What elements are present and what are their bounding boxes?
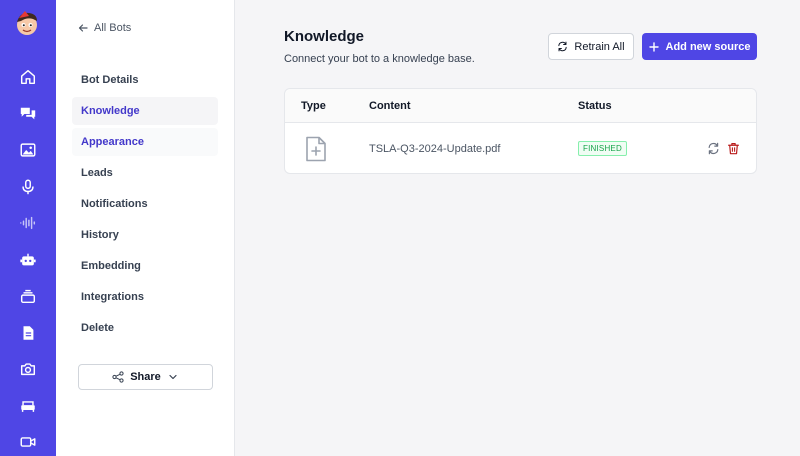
nav-item-knowledge[interactable]: Knowledge (72, 97, 218, 125)
nav-item-integrations[interactable]: Integrations (72, 283, 218, 311)
nav-item-appearance[interactable]: Appearance (72, 128, 218, 156)
status-badge: FINISHED (578, 141, 627, 156)
column-header-type: Type (301, 100, 326, 112)
trash-icon[interactable] (726, 141, 740, 155)
nav-item-history[interactable]: History (72, 221, 218, 249)
document-icon[interactable] (17, 322, 39, 344)
layers-icon[interactable] (17, 285, 39, 307)
page-subtitle: Connect your bot to a knowledge base. (284, 53, 475, 65)
video-icon[interactable] (17, 431, 39, 453)
nav-item-bot-details[interactable]: Bot Details (72, 66, 218, 94)
column-header-status: Status (578, 100, 612, 112)
file-plus-icon (305, 136, 327, 162)
nav-item-leads[interactable]: Leads (72, 159, 218, 187)
share-button-label: Share (130, 371, 161, 383)
sofa-icon[interactable] (17, 395, 39, 417)
nav-item-notifications[interactable]: Notifications (72, 190, 218, 218)
refresh-icon (558, 41, 568, 52)
retrain-row-icon[interactable] (706, 141, 720, 155)
nav-item-delete[interactable]: Delete (72, 314, 218, 342)
page-title: Knowledge (284, 28, 365, 45)
image-icon[interactable] (17, 139, 39, 161)
share-icon (112, 371, 124, 383)
nav-item-embedding[interactable]: Embedding (72, 252, 218, 280)
back-link-label: All Bots (94, 22, 132, 34)
chat-icon[interactable] (17, 103, 39, 125)
add-new-source-button[interactable]: Add new source (642, 33, 757, 60)
bot-settings-nav: All Bots Bot Details Knowledge Appearanc… (56, 0, 235, 456)
back-link[interactable]: All Bots (78, 22, 131, 34)
column-header-content: Content (369, 100, 411, 112)
mic-icon[interactable] (17, 176, 39, 198)
arrow-left-icon (78, 24, 88, 32)
waveform-icon[interactable] (17, 212, 39, 234)
plus-icon (648, 41, 659, 52)
app-logo[interactable] (12, 8, 42, 38)
home-icon[interactable] (17, 66, 39, 88)
knowledge-table: Type Content Status TSLA-Q3-2024-Update.… (284, 88, 757, 174)
camera-icon[interactable] (17, 358, 39, 380)
bot-icon[interactable] (17, 249, 39, 271)
table-header: Type Content Status (285, 89, 756, 123)
chevron-down-icon (169, 374, 177, 380)
source-filename: TSLA-Q3-2024-Update.pdf (369, 143, 501, 155)
app-rail (0, 0, 56, 456)
retrain-all-label: Retrain All (574, 40, 625, 53)
retrain-all-button[interactable]: Retrain All (548, 33, 634, 60)
share-button[interactable]: Share (78, 364, 213, 390)
add-new-source-label: Add new source (665, 40, 751, 53)
